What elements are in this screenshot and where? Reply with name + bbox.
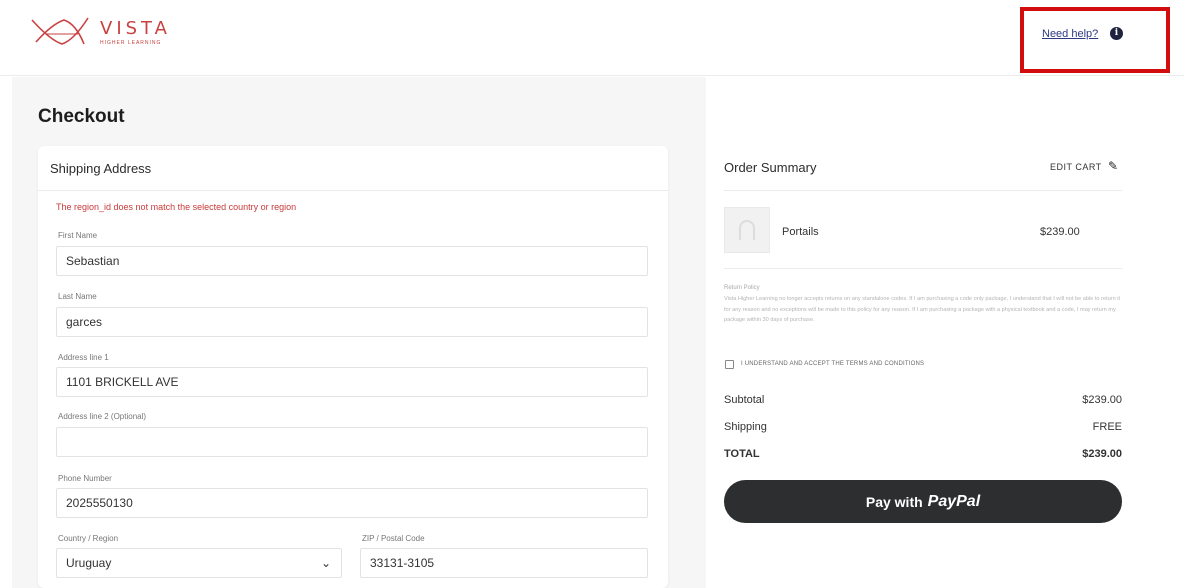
return-policy-text: Vista Higher Learning no longer accepts … — [724, 296, 1121, 323]
terms-checkbox[interactable] — [725, 360, 734, 369]
first-name-field[interactable]: Sebastian — [56, 246, 648, 276]
product-thumbnail — [724, 207, 770, 253]
site-header: VISTA HIGHER LEARNING Need help? i — [0, 0, 1184, 76]
address2-label: Address line 2 (Optional) — [58, 412, 147, 421]
phone-field[interactable]: 2025550130 — [56, 488, 648, 518]
shipping-value: FREE — [1092, 421, 1122, 433]
product-price: $239.00 — [1040, 226, 1080, 238]
zip-label: ZIP / Postal Code — [362, 534, 425, 543]
shipping-address-card: Shipping Address The region_id does not … — [38, 146, 668, 588]
first-name-label: First Name — [58, 231, 98, 240]
address1-label: Address line 1 — [58, 353, 109, 362]
country-select[interactable]: Uruguay ⌄ — [56, 548, 342, 578]
country-label: Country / Region — [58, 534, 119, 543]
product-name: Portails — [782, 226, 819, 238]
brand-name: VISTA — [100, 18, 171, 39]
divider — [724, 268, 1122, 269]
product-placeholder-icon — [739, 220, 755, 240]
chevron-down-icon: ⌄ — [320, 556, 331, 570]
subtotal-label: Subtotal — [724, 394, 765, 406]
paypal-button-prefix: Pay with — [865, 493, 923, 510]
return-policy-title: Return Policy — [724, 285, 760, 291]
country-value: Uruguay — [66, 556, 112, 570]
pay-with-paypal-button[interactable]: Pay with PayPal — [724, 480, 1122, 523]
vista-logo-mark-icon — [31, 17, 89, 45]
edit-cart-link[interactable]: EDIT CART — [1050, 162, 1102, 172]
divider — [724, 190, 1122, 191]
order-summary-title: Order Summary — [724, 160, 817, 175]
page-title: Checkout — [38, 106, 125, 127]
paypal-brand: PayPal — [927, 492, 981, 510]
last-name-label: Last Name — [58, 292, 97, 301]
address2-field[interactable] — [56, 427, 648, 457]
total-label: TOTAL — [724, 448, 760, 460]
need-help-link[interactable]: Need help? — [1042, 28, 1098, 40]
zip-field[interactable]: 33131-3105 — [360, 548, 648, 578]
pencil-icon[interactable]: ✎ — [1108, 159, 1118, 173]
vista-logo[interactable]: VISTA HIGHER LEARNING — [30, 14, 210, 54]
shipping-card-header: Shipping Address — [38, 146, 668, 191]
subtotal-value: $239.00 — [1082, 394, 1122, 406]
shipping-label: Shipping — [724, 421, 767, 433]
address1-field[interactable]: 1101 BRICKELL AVE — [56, 367, 648, 397]
brand-tagline: HIGHER LEARNING — [100, 40, 162, 46]
shipping-title: Shipping Address — [50, 161, 152, 176]
info-icon[interactable]: i — [1110, 27, 1123, 40]
phone-label: Phone Number — [58, 474, 112, 483]
help-highlight-box — [1020, 7, 1170, 73]
total-value: $239.00 — [1082, 448, 1122, 460]
region-error-message: The region_id does not match the selecte… — [56, 202, 297, 212]
terms-label[interactable]: I UNDERSTAND AND ACCEPT THE TERMS AND CO… — [741, 361, 924, 367]
last-name-field[interactable]: garces — [56, 307, 648, 337]
